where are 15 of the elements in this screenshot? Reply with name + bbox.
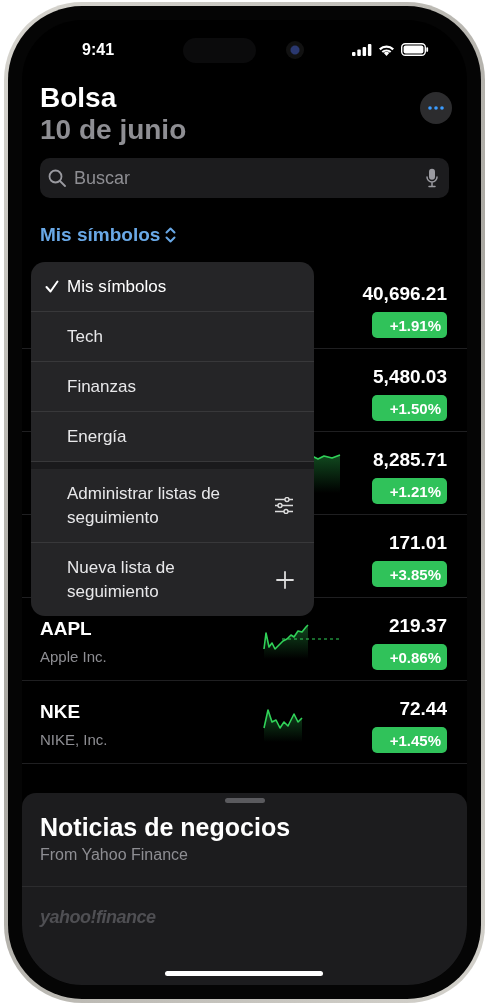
stock-symbol: AAPL bbox=[40, 619, 93, 639]
stock-price: 8,285.71 bbox=[373, 449, 447, 471]
company-name: Apple Inc. bbox=[40, 648, 108, 665]
stock-price: 72.44 bbox=[399, 698, 447, 720]
stock-price: 5,480.03 bbox=[373, 366, 447, 388]
app-title: Bolsa bbox=[40, 82, 118, 114]
sheet-subtitle: From Yahoo Finance bbox=[40, 846, 189, 864]
sheet-title: Noticias de negocios bbox=[40, 813, 292, 842]
stock-price: 171.01 bbox=[388, 532, 447, 554]
stock-symbol: NKE bbox=[40, 702, 82, 722]
stock-price: 219.37 bbox=[388, 615, 447, 637]
date-subtitle: 10 de junio bbox=[40, 114, 187, 146]
stock-price: 40,696.21 bbox=[362, 283, 447, 305]
status-time: 9:41 bbox=[82, 41, 115, 59]
company-name: NIKE, Inc. bbox=[40, 731, 109, 748]
